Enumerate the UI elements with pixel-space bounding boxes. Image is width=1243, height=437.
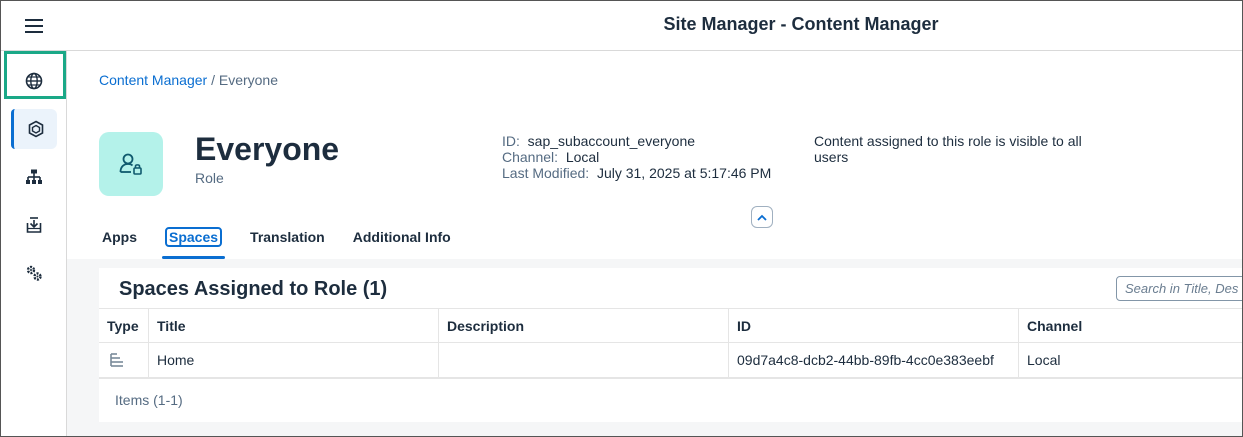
nav-item-download[interactable] [11,205,57,245]
breadcrumb-separator: / [207,72,219,88]
role-avatar [99,132,163,196]
side-navigation [1,51,67,436]
tab-spaces[interactable]: Spaces [156,221,231,259]
hierarchy-icon [26,169,42,184]
hamburger-menu-icon[interactable] [21,14,47,38]
row-title-cell: Home [149,343,439,377]
page-title: Everyone [195,131,340,167]
column-header-title[interactable]: Title [149,309,439,342]
settings-gears-icon [26,265,42,281]
space-icon [110,353,123,367]
row-id-cell: 09d7a4c8-dcb2-44bb-89fb-4cc0e383eebf [729,343,1019,377]
column-header-id[interactable]: ID [729,309,1019,342]
column-header-type[interactable]: Type [99,309,149,342]
column-header-channel[interactable]: Channel [1019,309,1242,342]
spaces-panel: Spaces Assigned to Role (1) Search in Ti… [99,268,1242,422]
tab-bar: Apps Spaces Translation Additional Info [93,221,470,259]
table-title: Spaces Assigned to Role (1) [119,278,388,300]
object-header: Content Manager / Everyone Everyone Role… [67,51,1242,259]
tutorial-highlight-box [4,51,66,99]
tab-additional-info[interactable]: Additional Info [344,221,460,255]
nav-item-hierarchy[interactable] [11,157,57,197]
attribute-id: ID: sap_subaccount_everyone [502,133,696,149]
page-subtitle: Role [195,170,224,186]
table-header-row: Type Title Description ID Channel [99,308,1242,343]
app-window: Site Manager - Content Manager Content M… [0,0,1243,437]
role-description: Content assigned to this role is visible… [814,133,1082,165]
nav-item-settings[interactable] [11,253,57,293]
row-channel-cell: Local [1027,352,1061,368]
attribute-last-modified: Last Modified: July 31, 2025 at 5:17:46 … [502,165,772,181]
search-input[interactable]: Search in Title, Des [1116,276,1242,301]
column-header-description[interactable]: Description [439,309,729,342]
breadcrumb: Content Manager / Everyone [99,72,278,88]
collapse-header-button[interactable] [751,206,773,228]
object-attributes: ID: sap_subaccount_everyone Channel: Loc… [502,133,771,181]
attribute-channel: Channel: Local [502,149,600,165]
user-role-icon [119,153,142,175]
shell-bar: Site Manager - Content Manager [1,1,1242,51]
chevron-up-icon [757,214,767,221]
nav-item-content[interactable] [11,109,57,149]
content-package-icon [28,120,43,138]
app-title: Site Manager - Content Manager [663,14,939,34]
items-count: Items (1-1) [99,378,1242,422]
table-row[interactable]: Home 09d7a4c8-dcb2-44bb-89fb-4cc0e383eeb… [99,343,1242,378]
breadcrumb-current: Everyone [218,72,279,88]
main-content: Content Manager / Everyone Everyone Role… [67,51,1242,436]
tab-apps[interactable]: Apps [93,221,146,255]
breadcrumb-link-content-manager[interactable]: Content Manager [99,72,207,88]
tab-translation[interactable]: Translation [241,221,334,255]
download-tray-icon [26,217,42,233]
spaces-table: Type Title Description ID Channel Home 0… [99,308,1242,378]
row-description-cell [439,343,729,377]
row-type-cell [99,343,149,377]
